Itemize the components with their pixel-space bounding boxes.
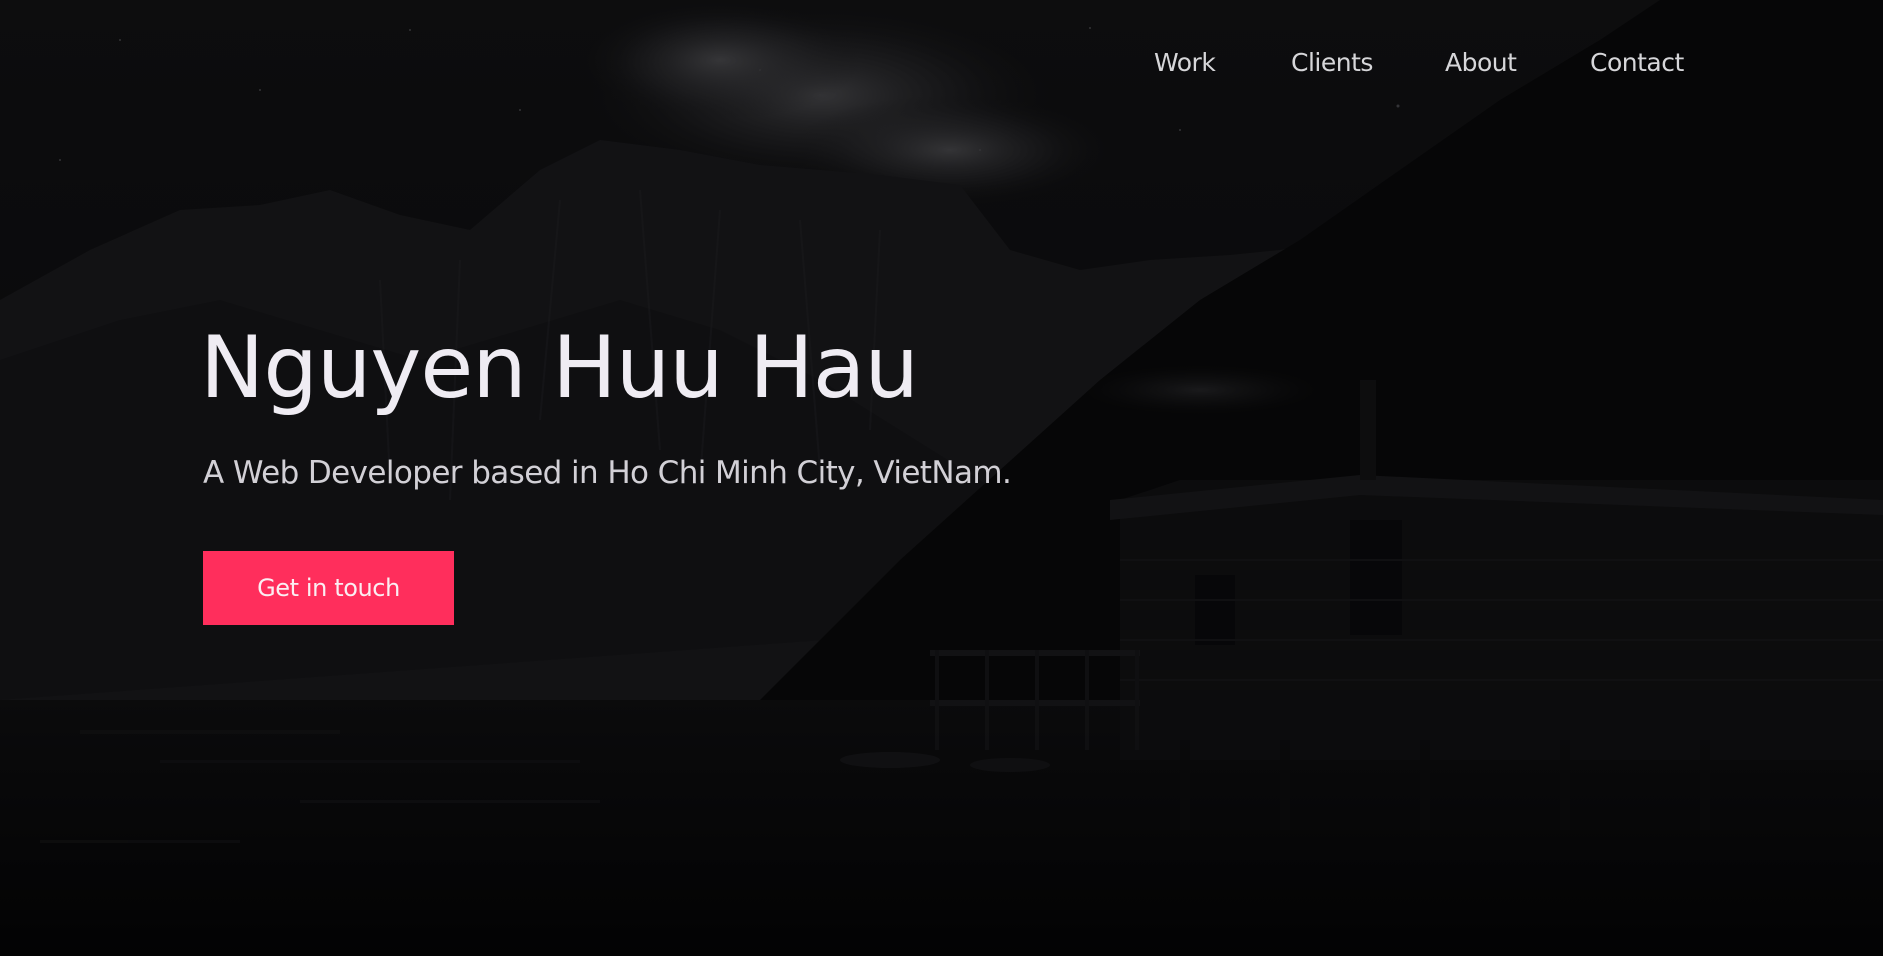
nav-link-work[interactable]: Work — [1154, 48, 1216, 77]
hero-title: Nguyen Huu Hau — [200, 318, 919, 418]
get-in-touch-button[interactable]: Get in touch — [203, 551, 454, 625]
hero-section: Work Clients About Contact Nguyen Huu Ha… — [0, 0, 1883, 956]
nav-link-about[interactable]: About — [1445, 48, 1517, 77]
nav-link-contact[interactable]: Contact — [1590, 48, 1684, 77]
hero-subtitle: A Web Developer based in Ho Chi Minh Cit… — [203, 455, 1012, 491]
nav-link-clients[interactable]: Clients — [1291, 48, 1373, 77]
main-nav: Work Clients About Contact — [0, 48, 1883, 88]
